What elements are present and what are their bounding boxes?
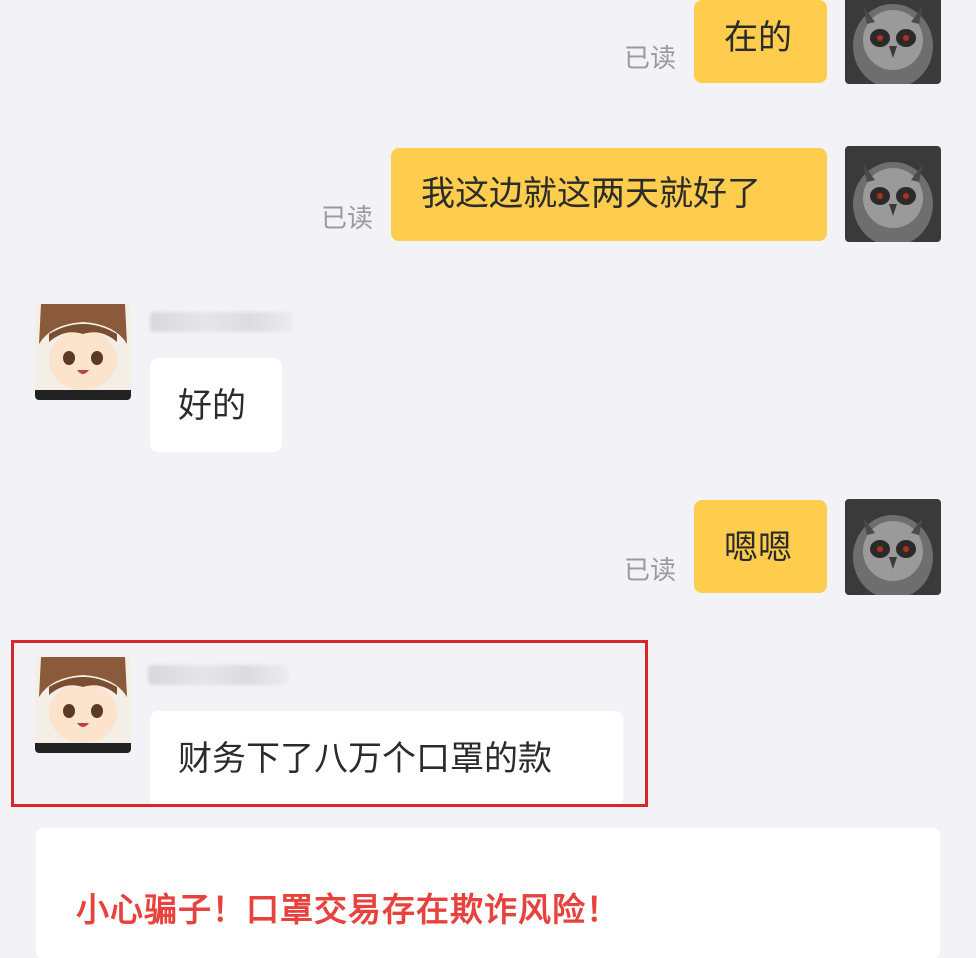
sender-name-blurred	[150, 312, 292, 332]
warning-banner: 小心骗子！口罩交易存在欺诈风险！	[36, 828, 940, 958]
read-status: 已读	[321, 204, 374, 234]
message-text: 好的	[178, 386, 246, 426]
anime-girl-avatar[interactable]	[35, 304, 131, 400]
owl-icon	[845, 0, 941, 84]
message-text: 嗯嗯	[724, 528, 792, 568]
highlight-box	[11, 640, 648, 807]
message-bubble-mine[interactable]: 在的	[694, 0, 827, 83]
anime-girl-icon	[35, 304, 131, 400]
owl-avatar[interactable]	[845, 146, 941, 242]
read-status: 已读	[624, 44, 677, 74]
message-bubble-mine[interactable]: 嗯嗯	[694, 500, 827, 593]
message-bubble-mine[interactable]: 我这边就这两天就好了	[391, 148, 827, 241]
owl-avatar[interactable]	[845, 0, 941, 84]
owl-icon	[845, 146, 941, 242]
owl-avatar[interactable]	[845, 499, 941, 595]
message-bubble-theirs[interactable]: 好的	[150, 358, 282, 452]
warning-text: 小心骗子！口罩交易存在欺诈风险！	[76, 890, 620, 929]
owl-icon	[845, 499, 941, 595]
message-text: 我这边就这两天就好了	[421, 174, 761, 214]
message-text: 在的	[724, 18, 792, 58]
read-status: 已读	[624, 556, 677, 586]
